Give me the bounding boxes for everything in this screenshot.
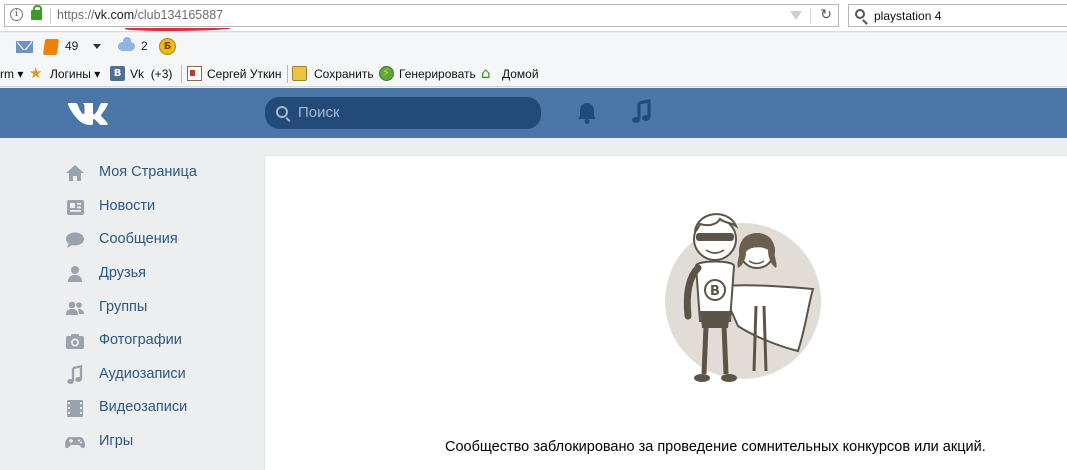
addon-toolbar: 49 2 Б [0, 33, 1067, 60]
sidebar-item-audio[interactable]: Аудиозаписи [64, 360, 254, 390]
bookmark-generate[interactable]: Генерировать [399, 67, 476, 81]
blocked-community-illustration: B [665, 213, 821, 382]
mail-icon[interactable] [16, 41, 33, 53]
sidebar-item-label: Сообщения [99, 231, 178, 247]
sidebar-item-label: Игры [99, 433, 134, 449]
bookmarks-toolbar: rm ▾ ★ Логины ▾ B Vk (+3) Сергей Уткин С… [0, 60, 1067, 87]
bookmark-save[interactable]: Сохранить [314, 67, 374, 81]
bookmark-sergey[interactable]: Сергей Уткин [207, 67, 282, 81]
info-icon[interactable]: i [10, 8, 23, 21]
cloud-count: 2 [141, 39, 148, 53]
sidebar-item-photos[interactable]: Фотографии [64, 326, 254, 356]
bookmark-badge: (+3) [150, 67, 173, 81]
sidebar-item-friends[interactable]: Друзья [64, 259, 254, 289]
search-placeholder: Поиск [298, 104, 340, 121]
bell-icon[interactable] [575, 100, 599, 126]
sidebar-item-label: Аудиозаписи [99, 366, 186, 382]
sidebar-item-label: Видеозаписи [99, 399, 188, 415]
odnoklassniki-icon[interactable] [42, 39, 60, 55]
sidebar-item-my-page[interactable]: Моя Страница [64, 158, 254, 188]
url-text[interactable]: https://vk.com/club134165887 [57, 8, 223, 22]
main-content: B Сообщество заблокировано за проведение… [264, 155, 1067, 470]
gamepad-icon [65, 437, 85, 449]
divider [50, 8, 51, 24]
sidebar-item-label: Моя Страница [99, 164, 197, 180]
url-host: vk.com [94, 8, 135, 22]
sidebar-item-label: Фотографии [99, 332, 182, 348]
chevron-down-icon[interactable] [93, 44, 101, 49]
sidebar-item-label: Друзья [99, 265, 147, 281]
search-query: playstation 4 [874, 9, 942, 23]
search-icon [855, 9, 865, 19]
sidebar-item-news[interactable]: Новости [64, 192, 254, 222]
sidebar-item-groups[interactable]: Группы [64, 293, 254, 323]
bookmark-home[interactable]: Домой [502, 67, 539, 81]
url-path: /club134165887 [134, 8, 224, 22]
address-bar[interactable]: i https://vk.com/club134165887 ↻ [4, 4, 839, 31]
divider [287, 65, 288, 83]
friends-icon [68, 266, 82, 282]
red-underline-annotation [125, 26, 231, 31]
home-icon: ⌂ [481, 64, 491, 82]
browser-search-field[interactable]: playstation 4 [848, 4, 1067, 27]
camera-icon [66, 334, 84, 349]
cloud-icon[interactable] [118, 37, 135, 51]
home-icon [66, 165, 84, 181]
contact-card-icon [187, 66, 202, 81]
coin-icon[interactable]: Б [159, 38, 176, 55]
sidebar-item-video[interactable]: Видеозаписи [64, 393, 254, 423]
vk-icon: B [110, 66, 125, 81]
sidebar-item-label: Новости [99, 198, 156, 214]
chevron-down-icon[interactable] [790, 11, 802, 20]
bookmark-label: Логины [50, 67, 91, 81]
sidebar-item-label: Группы [99, 299, 148, 315]
bookmark-label: rm [0, 67, 14, 81]
news-icon [67, 200, 84, 215]
bookmark-folder-logins[interactable]: Логины ▾ [50, 67, 100, 81]
groups-icon [66, 301, 84, 315]
sidebar-item-games[interactable]: Игры [64, 427, 254, 457]
vk-logo-icon[interactable] [66, 100, 108, 126]
vk-search-input[interactable]: Поиск [265, 97, 541, 129]
reload-icon[interactable]: ↻ [820, 7, 832, 23]
search-icon [276, 106, 288, 118]
bookmark-folder[interactable]: rm ▾ [0, 67, 23, 81]
music-icon [67, 365, 83, 384]
sidebar-item-messages[interactable]: Сообщения [64, 225, 254, 255]
bookmark-vk[interactable]: Vk (+3) [130, 67, 172, 81]
bookmark-label: Vk [130, 67, 145, 81]
sidebar: Моя Страница Новости Сообщения Друзья Гр… [0, 139, 264, 470]
blocked-message: Сообщество заблокировано за проведение с… [445, 439, 986, 455]
video-icon [67, 400, 83, 417]
ok-count: 49 [65, 39, 79, 53]
divider [810, 8, 811, 24]
url-scheme: https:// [57, 8, 95, 22]
music-icon[interactable] [629, 99, 653, 125]
lock-icon[interactable] [31, 5, 42, 20]
save-icon [292, 66, 307, 81]
lightning-icon [379, 66, 394, 81]
messages-icon [66, 232, 84, 248]
browser-toolbar: i https://vk.com/club134165887 ↻ playsta… [0, 0, 1067, 32]
divider [181, 65, 182, 83]
star-icon: ★ [29, 64, 43, 82]
svg-text:B: B [710, 284, 720, 299]
